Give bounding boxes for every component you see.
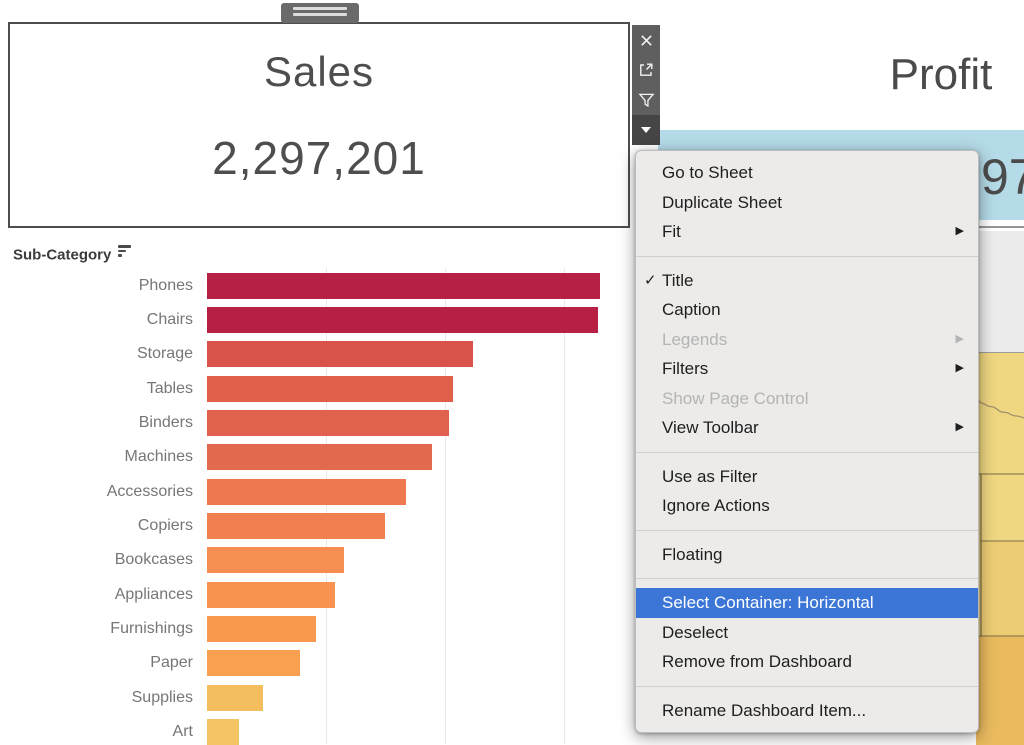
close-button[interactable] [632,25,660,55]
close-icon [639,33,654,48]
bar-storage[interactable] [207,341,473,367]
open-in-new-icon [638,62,654,78]
bar-bookcases[interactable] [207,547,344,573]
map-state-fill [981,541,1024,636]
checkmark-icon: ✓ [644,266,657,296]
gridline [326,268,327,744]
bar-chairs[interactable] [207,307,598,333]
menu-item-label: Filters [662,359,708,378]
profit-value: 97 [981,148,1024,206]
menu-item-view-toolbar[interactable]: View Toolbar ▶ [636,413,978,443]
menu-separator [636,686,978,687]
bar-machines[interactable] [207,444,432,470]
category-label-binders[interactable]: Binders [0,411,193,435]
map-river-line [976,397,1024,418]
dashboard: Sales 2,297,201 Profit 97 Sub-Category P… [0,0,1024,744]
context-menu: Go to Sheet Duplicate Sheet Fit ▶ ✓ Title Capt… [635,150,979,733]
filter-icon [638,92,655,109]
menu-item-ignore-actions[interactable]: Ignore Actions [636,491,978,521]
menu-item-label: Use as Filter [662,467,757,486]
menu-item-deselect[interactable]: Deselect [636,618,978,648]
menu-item-label: Rename Dashboard Item... [662,701,866,720]
submenu-arrow-icon: ▶ [956,217,964,247]
menu-item-label: Deselect [662,623,728,642]
category-label-copiers[interactable]: Copiers [0,514,193,538]
menu-item-title[interactable]: ✓ Title [636,266,978,296]
category-label-bookcases[interactable]: Bookcases [0,548,193,572]
submenu-arrow-icon: ▶ [956,413,964,443]
submenu-arrow-icon: ▶ [956,354,964,384]
bar-art[interactable] [207,719,239,745]
menu-separator [636,530,978,531]
menu-item-remove-from-dashboard[interactable]: Remove from Dashboard [636,647,978,677]
bar-furnishings[interactable] [207,616,316,642]
sales-title: Sales [10,44,628,100]
item-toolbar [632,25,660,145]
menu-item-label: Select Container: Horizontal [662,593,874,612]
menu-item-label: Show Page Control [662,389,808,408]
category-label-furnishings[interactable]: Furnishings [0,617,193,641]
menu-item-label: Remove from Dashboard [662,652,852,671]
bar-supplies[interactable] [207,685,263,711]
menu-item-filters[interactable]: Filters ▶ [636,354,978,384]
menu-item-select-container-horizontal[interactable]: Select Container: Horizontal [636,588,978,618]
bar-accessories[interactable] [207,479,406,505]
menu-separator [636,256,978,257]
menu-item-label: Duplicate Sheet [662,193,782,212]
menu-item-legends: Legends ▶ [636,325,978,355]
sort-descending-icon[interactable] [118,245,131,259]
map-state-fill-orange [976,636,1024,745]
menu-item-label: Title [662,271,694,290]
menu-item-floating[interactable]: Floating [636,540,978,570]
menu-item-rename-dashboard-item[interactable]: Rename Dashboard Item... [636,696,978,726]
bar-copiers[interactable] [207,513,385,539]
more-options-button[interactable] [632,115,660,145]
chart-header-label: Sub-Category [13,247,111,264]
menu-separator [636,452,978,453]
map-card-margin [976,231,1024,352]
bar-binders[interactable] [207,410,449,436]
bar-tables[interactable] [207,376,453,402]
category-label-machines[interactable]: Machines [0,445,193,469]
gridline [445,268,446,744]
menu-item-fit[interactable]: Fit ▶ [636,217,978,247]
bar-paper[interactable] [207,650,300,676]
drag-handle[interactable] [281,3,359,23]
menu-item-use-as-filter[interactable]: Use as Filter [636,462,978,492]
profit-title: Profit [858,50,1024,100]
category-label-storage[interactable]: Storage [0,342,193,366]
use-as-filter-button[interactable] [632,85,660,115]
sales-value: 2,297,201 [10,130,628,186]
menu-separator [636,578,978,579]
bar-phones[interactable] [207,273,600,299]
category-label-accessories[interactable]: Accessories [0,480,193,504]
menu-item-label: Fit [662,222,681,241]
gridline [564,268,565,744]
category-label-art[interactable]: Art [0,720,193,744]
category-label-supplies[interactable]: Supplies [0,686,193,710]
go-to-sheet-button[interactable] [632,55,660,85]
menu-item-label: View Toolbar [662,418,759,437]
menu-item-label: Ignore Actions [662,496,770,515]
menu-item-duplicate-sheet[interactable]: Duplicate Sheet [636,188,978,218]
menu-item-label: Caption [662,300,721,319]
bar-appliances[interactable] [207,582,335,608]
category-label-paper[interactable]: Paper [0,651,193,675]
menu-item-label: Legends [662,330,727,349]
category-label-tables[interactable]: Tables [0,377,193,401]
map-preview[interactable] [976,352,1024,745]
category-label-appliances[interactable]: Appliances [0,583,193,607]
category-label-chairs[interactable]: Chairs [0,308,193,332]
menu-item-label: Go to Sheet [662,163,753,182]
menu-item-show-page-control: Show Page Control [636,384,978,414]
menu-item-go-to-sheet[interactable]: Go to Sheet [636,158,978,188]
chart-header: Sub-Category [13,245,131,264]
submenu-arrow-icon: ▶ [956,325,964,355]
menu-item-caption[interactable]: Caption [636,295,978,325]
dropdown-caret-icon [641,127,651,133]
category-label-phones[interactable]: Phones [0,274,193,298]
sales-card[interactable]: Sales 2,297,201 [8,22,630,228]
menu-item-label: Floating [662,545,722,564]
